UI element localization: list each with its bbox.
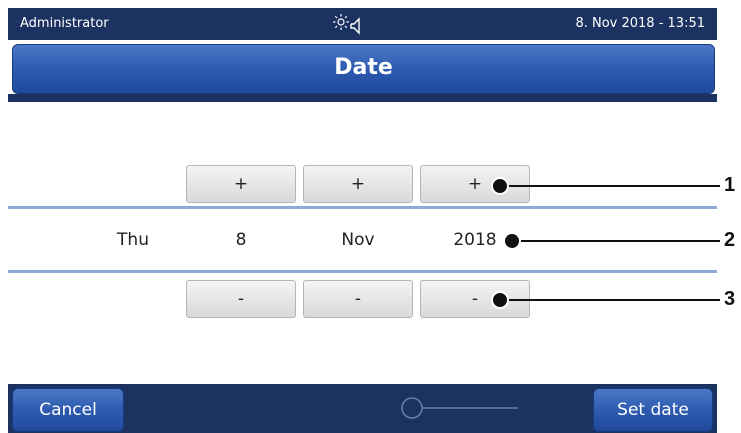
weekday-value: Thu [117,230,149,250]
callout-dot-3 [491,291,509,309]
title-bar: Date [12,44,715,94]
picker-divider-top [8,206,717,209]
set-date-button[interactable]: Set date [593,388,713,432]
day-value: 8 [235,230,247,250]
header-divider [8,94,717,102]
cancel-button[interactable]: Cancel [12,388,124,432]
day-minus-button[interactable]: - [186,280,296,318]
year-plus-button[interactable]: + [420,165,530,203]
user-name: Administrator [20,16,109,31]
month-value: Nov [341,230,375,250]
callout-number-3: 3 [724,288,736,310]
month-plus-button[interactable]: + [303,165,413,203]
callout-number-1: 1 [724,174,736,196]
status-icons [331,12,371,36]
brightness-icon [333,14,349,30]
day-plus-button[interactable]: + [186,165,296,203]
callout-line-1 [500,185,720,187]
status-datetime: 8. Nov 2018 - 13:51 [575,16,705,31]
picker-divider-bottom [8,270,717,273]
callout-line-3 [500,299,720,301]
callout-dot-2 [503,232,521,250]
callout-dot-1 [491,177,509,195]
bottom-bar: Cancel Set date [8,384,717,433]
callout-number-2: 2 [724,229,736,251]
terminal-screen: Administrator 8. Nov 2018 - 13:51 Date +… [8,8,717,433]
callout-line-2 [512,240,720,242]
status-bar: Administrator 8. Nov 2018 - 13:51 [8,8,717,40]
month-minus-button[interactable]: - [303,280,413,318]
speaker-icon [350,17,360,35]
page-title: Date [334,55,393,80]
scroll-slider-icon [401,397,518,419]
